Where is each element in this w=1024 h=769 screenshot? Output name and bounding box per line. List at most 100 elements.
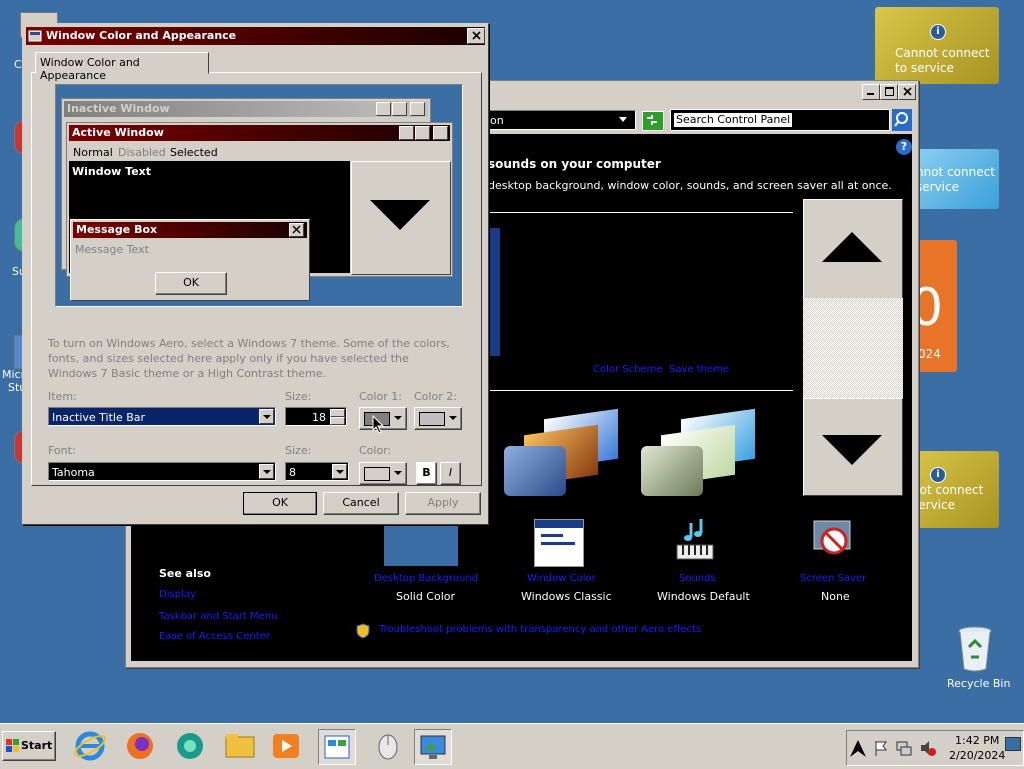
info-icon: i [930,467,946,483]
color2-label: Color 2: [414,390,457,403]
start-label: Start [21,739,53,752]
see-also-ease-of-access[interactable]: Ease of Access Center [159,631,270,642]
start-button[interactable]: Start [2,731,56,761]
firefox-icon[interactable] [122,729,158,763]
weather-gadget-3[interactable]: i not connect service [908,451,999,528]
item-select[interactable]: Inactive Title Bar [48,407,276,426]
weather-gadget-1[interactable]: i Cannot connect to service [875,7,999,84]
cancel-button[interactable]: Cancel [323,492,399,515]
desktop-background-swatch[interactable] [384,522,458,566]
clock-date[interactable]: 2/20/2024 [949,749,1005,762]
theme-thumbnail-1[interactable] [504,408,622,496]
color2-button[interactable] [414,407,462,430]
spin-down-button[interactable] [330,417,345,425]
dialog-title: Window Color and Appearance [46,29,237,42]
chevron-down-icon [449,416,457,420]
weather-gadget-3-text: not connect service [912,483,984,512]
recycle-bin-icon [958,626,992,672]
theme-thumbnail-2[interactable] [641,408,759,496]
size-stepper[interactable]: 18 [285,407,347,426]
info-icon: i [930,24,946,40]
search-input[interactable]: Search Control Panel [674,113,793,127]
show-desktop-button[interactable] [1005,737,1021,751]
preview-msgbox-title: Message Box [76,223,158,236]
display-properties-icon[interactable] [414,729,452,765]
network-icon[interactable] [895,739,913,757]
link-save-theme[interactable]: Save theme [669,364,729,375]
sounds-icon[interactable] [671,517,719,563]
music-notes-icon [676,519,714,560]
see-also-taskbar[interactable]: Taskbar and Start Menu [159,611,277,622]
font-color-button[interactable] [359,462,407,485]
help-icon[interactable]: ? [896,139,912,155]
page-heading: sounds on your computer [488,157,661,171]
search-box[interactable]: Search Control Panel [670,109,890,131]
link-screen-saver[interactable]: Screen Saver [800,573,866,584]
preview-msgbox-close [289,223,304,237]
font-color-label: Color: [359,444,392,457]
see-also-title: See also [159,567,211,580]
action-center-flag-icon[interactable] [873,739,889,757]
info-text: To turn on Windows Aero, select a Window… [48,337,450,380]
item-value: Inactive Title Bar [52,411,146,424]
tab-pane: Inactive Window Active Window Normal Dis… [31,72,482,486]
close-icon [292,225,301,234]
apply-button[interactable]: Apply [405,492,481,515]
window-color-icon[interactable] [534,519,584,567]
theme-preview [488,228,500,356]
maximize-button[interactable] [880,84,898,100]
font-size-select[interactable]: 8 [285,462,349,481]
item-label: Item: [48,390,77,403]
tab-window-color[interactable]: Window Color and Appearance [35,52,209,82]
clock-time[interactable]: 1:42 PM [955,734,999,747]
preview-active-title: Active Window [72,126,164,139]
see-also-display[interactable]: Display [159,589,196,600]
minimize-icon [867,93,874,95]
media-player-icon[interactable] [268,729,304,763]
control-panel-task-icon[interactable] [318,729,356,765]
scroll-up-button[interactable] [803,199,903,299]
mouse-properties-icon[interactable] [368,729,404,763]
link-troubleshoot[interactable]: Troubleshoot problems with transparency … [379,624,701,635]
screen-saver-icon[interactable] [808,517,858,563]
file-explorer-icon[interactable] [222,729,258,763]
italic-button[interactable]: I [440,462,461,485]
weather-gadget-2[interactable]: nnot connect service [908,149,999,209]
theme-caption-windows-default: Windows Default [657,590,750,603]
search-button[interactable] [892,109,912,131]
chevron-down-icon[interactable] [259,409,274,424]
scroll-track[interactable] [803,298,903,398]
link-color-scheme[interactable]: Color Scheme [593,364,663,375]
font-select[interactable]: Tahoma [48,462,276,481]
page-subheading: desktop background, window color, sounds… [488,179,892,192]
close-icon [902,87,912,96]
ie-icon[interactable] [72,729,108,763]
preview-maximize [392,102,407,116]
scroll-down-button[interactable] [803,398,903,496]
link-window-color[interactable]: Window Color [527,573,596,584]
show-hidden-icons-icon[interactable] [849,737,867,759]
chevron-down-icon[interactable] [332,464,347,479]
refresh-button[interactable] [642,111,664,131]
chevron-down-icon[interactable] [259,464,274,479]
tab-label: Window Color and Appearance [40,56,140,82]
close-button[interactable] [898,84,916,100]
link-sounds[interactable]: Sounds [679,573,716,584]
address-bar[interactable]: on [486,110,636,130]
size-label: Size: [285,390,312,403]
recycle-bin-label: Recycle Bin [947,677,1011,690]
preview-msgbox-text: Message Text [75,243,149,256]
link-desktop-background[interactable]: Desktop Background [374,573,478,584]
dialog-close-button[interactable] [467,28,485,44]
recycle-bin[interactable]: Recycle Bin [940,625,1010,695]
preview-message-box: Message Box Message Text OK [70,219,310,301]
minimize-button[interactable] [862,84,880,100]
spin-up-button[interactable] [330,409,345,417]
bold-button[interactable]: B [416,462,437,485]
no-screensaver-icon [813,520,851,555]
ok-button[interactable]: OK [243,492,317,515]
divider [488,390,793,391]
browser-icon[interactable] [172,729,208,763]
font-size-label: Size: [285,444,312,457]
volume-muted-icon[interactable] [919,739,937,757]
